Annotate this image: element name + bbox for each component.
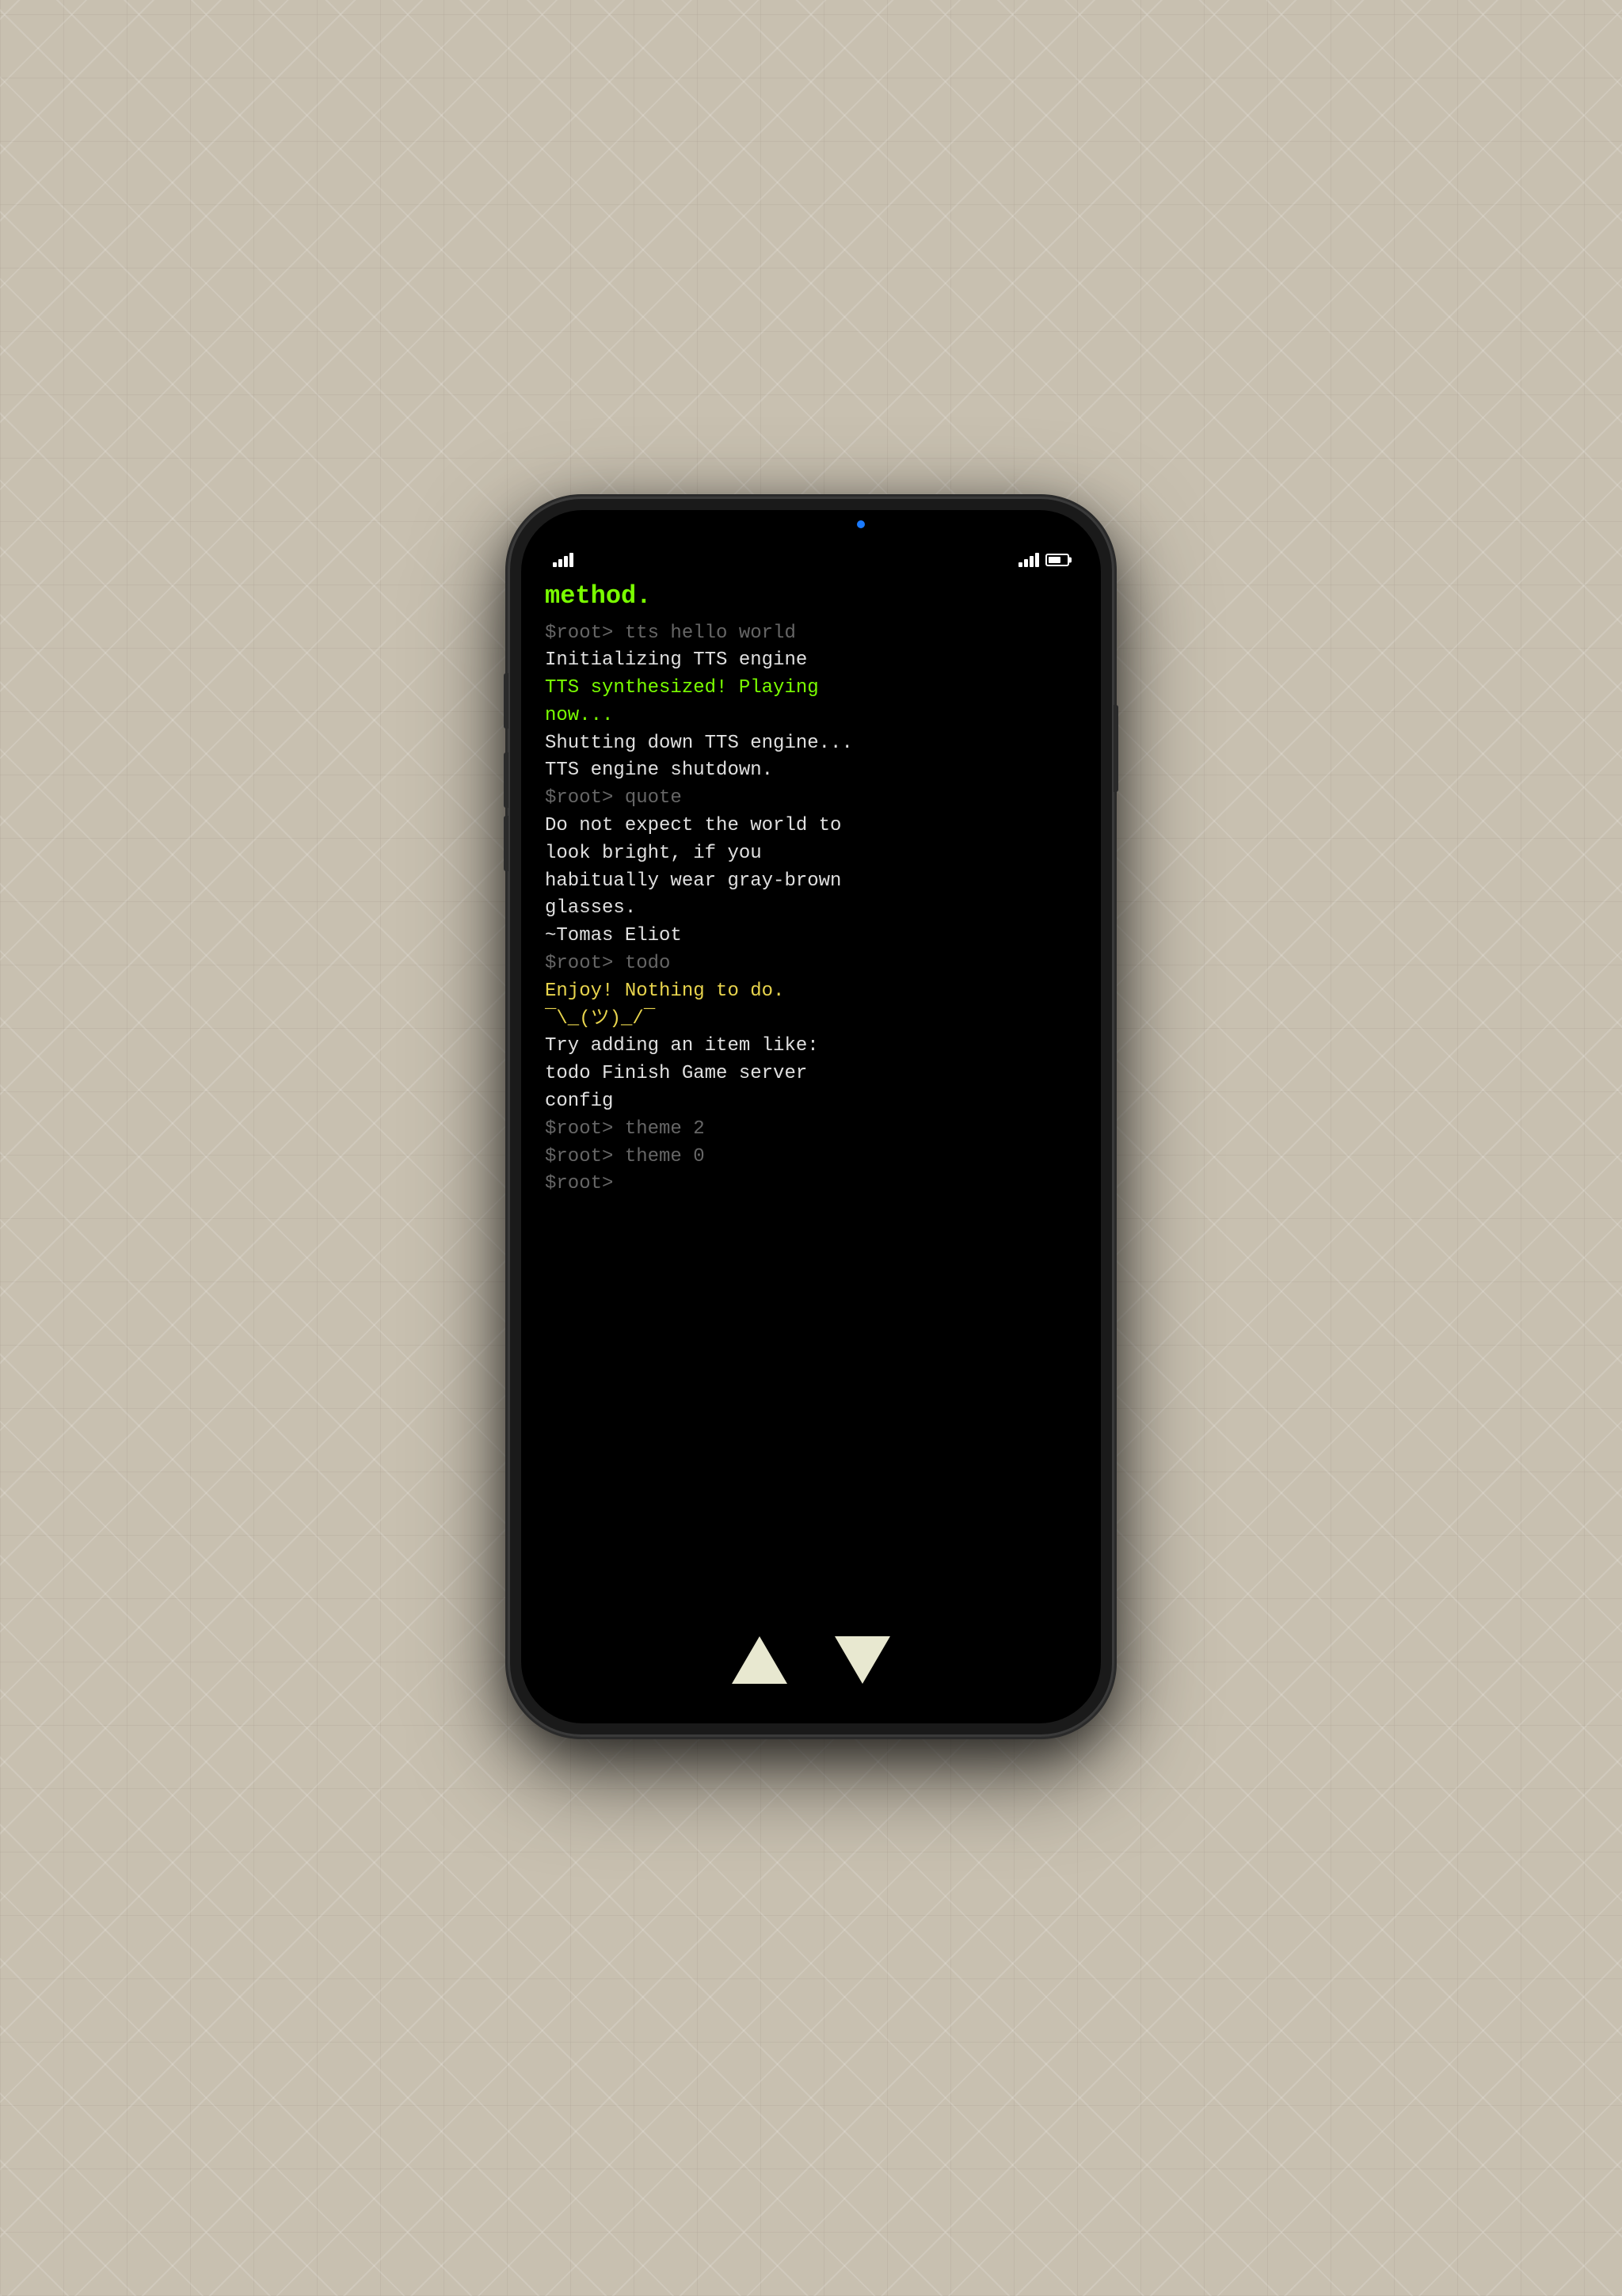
term-line-5: TTS engine shutdown. bbox=[545, 757, 1077, 785]
battery-fill bbox=[1049, 557, 1060, 563]
term-line-9: $root> todo bbox=[545, 950, 1077, 978]
signal-bar-r1 bbox=[1019, 562, 1022, 567]
terminal-content[interactable]: method. $root> tts hello world Initializ… bbox=[521, 573, 1101, 1620]
term-line-14: $root> bbox=[545, 1171, 1077, 1198]
phone-screen: method. $root> tts hello world Initializ… bbox=[521, 510, 1101, 1723]
term-line-10: Enjoy! Nothing to do. ¯\_(ツ)_/¯ bbox=[545, 978, 1077, 1034]
term-line-6: $root> quote bbox=[545, 785, 1077, 813]
status-signal-left bbox=[553, 553, 573, 567]
signal-bar-3 bbox=[564, 556, 568, 567]
nav-buttons bbox=[521, 1620, 1101, 1723]
notch bbox=[732, 510, 890, 539]
term-line-2: Initializing TTS engine bbox=[545, 647, 1077, 675]
scroll-down-button[interactable] bbox=[835, 1636, 890, 1684]
signal-bar-4 bbox=[569, 553, 573, 567]
status-right bbox=[1019, 553, 1069, 567]
signal-bar-r3 bbox=[1030, 556, 1034, 567]
signal-bar-1 bbox=[553, 562, 557, 567]
term-line-3: TTS synthesized! Playing now... bbox=[545, 675, 1077, 730]
status-bar bbox=[521, 510, 1101, 573]
term-line-1: $root> tts hello world bbox=[545, 620, 1077, 648]
signal-bars-right bbox=[1019, 553, 1039, 567]
signal-bar-r2 bbox=[1024, 559, 1028, 567]
phone-frame: method. $root> tts hello world Initializ… bbox=[510, 499, 1112, 1734]
term-line-8: ~Tomas Eliot bbox=[545, 923, 1077, 950]
term-line-12: $root> theme 2 bbox=[545, 1116, 1077, 1144]
term-line-7: Do not expect the world to look bright, … bbox=[545, 813, 1077, 923]
battery-indicator bbox=[1045, 554, 1069, 566]
signal-bar-2 bbox=[558, 559, 562, 567]
phone-wrapper: method. $root> tts hello world Initializ… bbox=[510, 499, 1112, 1734]
term-line-13: $root> theme 0 bbox=[545, 1144, 1077, 1171]
camera-dot bbox=[857, 520, 865, 528]
app-title: method. bbox=[545, 581, 1077, 611]
signal-bar-r4 bbox=[1035, 553, 1039, 567]
signal-bars-left bbox=[553, 553, 573, 567]
scroll-up-button[interactable] bbox=[732, 1636, 787, 1684]
term-line-4: Shutting down TTS engine... bbox=[545, 730, 1077, 758]
term-line-11: Try adding an item like: todo Finish Gam… bbox=[545, 1033, 1077, 1115]
